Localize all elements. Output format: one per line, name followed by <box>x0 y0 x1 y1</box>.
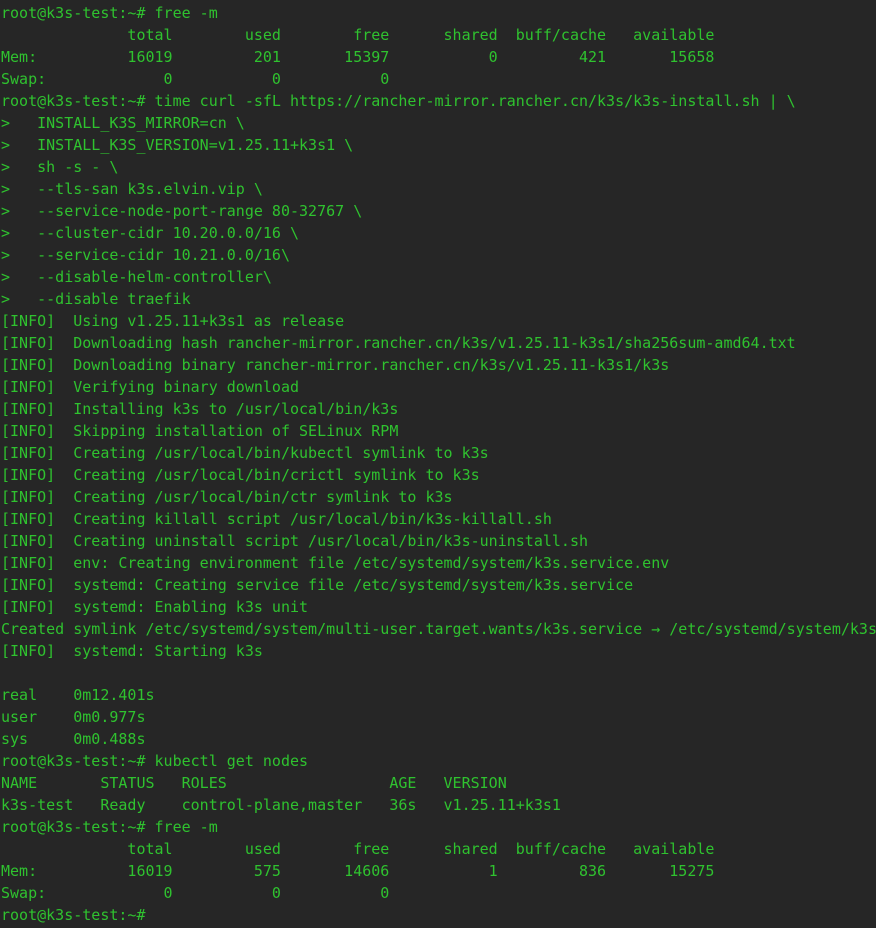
terminal-line: > --service-cidr 10.21.0.0/16\ <box>1 246 290 264</box>
terminal-line: Swap: 0 0 0 <box>1 70 390 88</box>
terminal-line: Swap: 0 0 0 <box>1 884 390 902</box>
terminal-window[interactable]: root@k3s-test:~# free -m total used free… <box>0 0 876 928</box>
terminal-line: [INFO] env: Creating environment file /e… <box>1 554 670 572</box>
terminal-line: > --service-node-port-range 80-32767 \ <box>1 202 363 220</box>
terminal-line: NAME STATUS ROLES AGE VERSION <box>1 774 507 792</box>
terminal-line: [INFO] Verifying binary download <box>1 378 300 396</box>
terminal-line: Mem: 16019 201 15397 0 421 15658 <box>1 48 715 66</box>
terminal-line: [INFO] Creating /usr/local/bin/crictl sy… <box>1 466 480 484</box>
terminal-line: [INFO] Downloading hash rancher-mirror.r… <box>1 334 796 352</box>
terminal-line: [INFO] Skipping installation of SELinux … <box>1 422 399 440</box>
terminal-line: [INFO] Downloading binary rancher-mirror… <box>1 356 670 374</box>
shell-prompt: root@k3s-test:~# <box>1 906 146 924</box>
terminal-line: > --tls-san k3s.elvin.vip \ <box>1 180 263 198</box>
text-cursor[interactable] <box>146 907 155 924</box>
terminal-line: > INSTALL_K3S_VERSION=v1.25.11+k3s1 \ <box>1 136 354 154</box>
terminal-line: [INFO] systemd: Starting k3s <box>1 642 263 660</box>
terminal-line: total used free shared buff/cache availa… <box>1 840 715 858</box>
terminal-line: [INFO] Using v1.25.11+k3s1 as release <box>1 312 345 330</box>
terminal-line: [INFO] Creating /usr/local/bin/kubectl s… <box>1 444 489 462</box>
terminal-line: > sh -s - \ <box>1 158 119 176</box>
terminal-line: [INFO] Creating uninstall script /usr/lo… <box>1 532 588 550</box>
terminal-line: real 0m12.401s <box>1 686 155 704</box>
terminal-line: > INSTALL_K3S_MIRROR=cn \ <box>1 114 245 132</box>
terminal-line: > --cluster-cidr 10.20.0.0/16 \ <box>1 224 300 242</box>
terminal-line: > --disable traefik <box>1 290 191 308</box>
terminal-line: [INFO] Creating killall script /usr/loca… <box>1 510 552 528</box>
terminal-line: [INFO] Installing k3s to /usr/local/bin/… <box>1 400 399 418</box>
terminal-line: Created symlink /etc/systemd/system/mult… <box>1 620 876 638</box>
terminal-line: root@k3s-test:~# kubectl get nodes <box>1 752 309 770</box>
terminal-line: [INFO] systemd: Creating service file /e… <box>1 576 634 594</box>
terminal-line: > --disable-helm-controller\ <box>1 268 272 286</box>
terminal-line: k3s-test Ready control-plane,master 36s … <box>1 796 561 814</box>
terminal-line: [INFO] systemd: Enabling k3s unit <box>1 598 309 616</box>
terminal-line: [INFO] Creating /usr/local/bin/ctr symli… <box>1 488 453 506</box>
terminal-line: total used free shared buff/cache availa… <box>1 26 715 44</box>
terminal-line: user 0m0.977s <box>1 708 146 726</box>
terminal-line: Mem: 16019 575 14606 1 836 15275 <box>1 862 715 880</box>
terminal-line: root@k3s-test:~# free -m <box>1 4 218 22</box>
terminal-prompt-line[interactable]: root@k3s-test:~# <box>1 904 155 926</box>
terminal-line: root@k3s-test:~# free -m <box>1 818 218 836</box>
terminal-line: root@k3s-test:~# time curl -sfL https://… <box>1 92 796 110</box>
terminal-line: sys 0m0.488s <box>1 730 146 748</box>
